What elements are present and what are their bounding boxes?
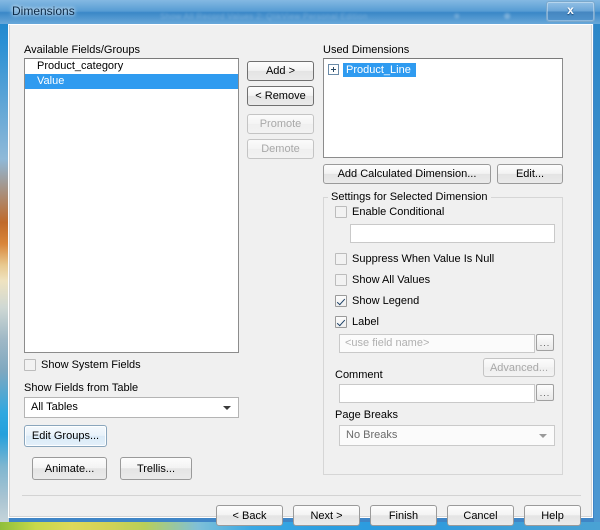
label-checkbox[interactable]: Label <box>335 316 379 328</box>
show-system-fields-label: Show System Fields <box>41 359 141 371</box>
enable-conditional-checkbox[interactable]: Enable Conditional <box>335 206 444 218</box>
expand-plus-icon[interactable] <box>328 64 339 75</box>
advanced-button: Advanced... <box>483 358 555 377</box>
checkbox-box <box>335 253 347 265</box>
checkbox-box <box>335 274 347 286</box>
chevron-down-icon <box>539 434 547 438</box>
help-button[interactable]: Help <box>524 505 581 526</box>
show-all-values-label: Show All Values <box>352 274 430 286</box>
add-button[interactable]: Add > <box>247 61 314 81</box>
close-icon: x <box>547 3 594 17</box>
show-all-values-checkbox[interactable]: Show All Values <box>335 274 430 286</box>
comment-label: Comment <box>335 369 383 381</box>
close-button[interactable]: x <box>546 1 595 22</box>
table-select-value: All Tables <box>31 401 78 413</box>
dialog-client-inner: Available Fields/Groups Product_category… <box>9 25 592 517</box>
promote-button: Promote <box>247 114 314 134</box>
available-fields-label: Available Fields/Groups <box>24 44 140 56</box>
edit-dimension-button[interactable]: Edit... <box>497 164 563 184</box>
page-breaks-label: Page Breaks <box>335 409 398 421</box>
list-item[interactable]: Product_category <box>25 59 238 74</box>
checkbox-box <box>335 295 347 307</box>
checkbox-box <box>335 206 347 218</box>
list-item[interactable]: Value <box>25 74 238 89</box>
add-calculated-dimension-button[interactable]: Add Calculated Dimension... <box>323 164 491 184</box>
back-button[interactable]: < Back <box>216 505 283 526</box>
suppress-when-null-checkbox[interactable]: Suppress When Value Is Null <box>335 253 494 265</box>
label-checkbox-label: Label <box>352 316 379 328</box>
dialog-client-area: Available Fields/Groups Product_category… <box>8 24 593 518</box>
checkbox-box <box>335 316 347 328</box>
next-button[interactable]: Next > <box>293 505 360 526</box>
enable-conditional-label: Enable Conditional <box>352 206 444 218</box>
used-dimensions-listbox[interactable]: Product_Line <box>323 58 563 158</box>
show-legend-label: Show Legend <box>352 295 419 307</box>
label-field-browse-button[interactable]: ... <box>536 334 554 351</box>
settings-group-title: Settings for Selected Dimension <box>328 191 491 203</box>
page-breaks-select[interactable]: No Breaks <box>339 425 555 446</box>
label-field[interactable]: <use field name> <box>339 334 535 353</box>
demote-button: Demote <box>247 139 314 159</box>
edit-groups-button[interactable]: Edit Groups... <box>24 425 107 447</box>
show-system-fields-checkbox[interactable]: Show System Fields <box>24 359 141 371</box>
chevron-down-icon <box>223 406 231 410</box>
trellis-button[interactable]: Trellis... <box>120 457 192 480</box>
available-fields-listbox[interactable]: Product_category Value <box>24 58 239 353</box>
dimensions-dialog-window: Show All Record Values 2: QlikView Perso… <box>0 0 600 530</box>
tree-item-label: Product_Line <box>343 63 416 77</box>
conditional-expression-input[interactable] <box>350 224 555 243</box>
table-select[interactable]: All Tables <box>24 397 239 418</box>
cancel-button[interactable]: Cancel <box>447 505 514 526</box>
footer-divider <box>22 495 581 496</box>
window-title: Dimensions <box>12 4 75 18</box>
used-dimensions-label: Used Dimensions <box>323 44 409 56</box>
show-legend-checkbox[interactable]: Show Legend <box>335 295 419 307</box>
suppress-when-null-label: Suppress When Value Is Null <box>352 253 494 265</box>
window-right-edge <box>594 0 600 530</box>
finish-button[interactable]: Finish <box>370 505 437 526</box>
page-breaks-value: No Breaks <box>346 429 397 441</box>
show-fields-from-table-label: Show Fields from Table <box>24 382 138 394</box>
comment-field-browse-button[interactable]: ... <box>536 384 554 401</box>
tree-item[interactable]: Product_Line <box>324 62 562 77</box>
comment-field[interactable] <box>339 384 535 403</box>
remove-button[interactable]: < Remove <box>247 86 314 106</box>
animate-button[interactable]: Animate... <box>32 457 107 480</box>
checkbox-box <box>24 359 36 371</box>
title-bar[interactable]: Show All Record Values 2: QlikView Perso… <box>0 0 600 24</box>
